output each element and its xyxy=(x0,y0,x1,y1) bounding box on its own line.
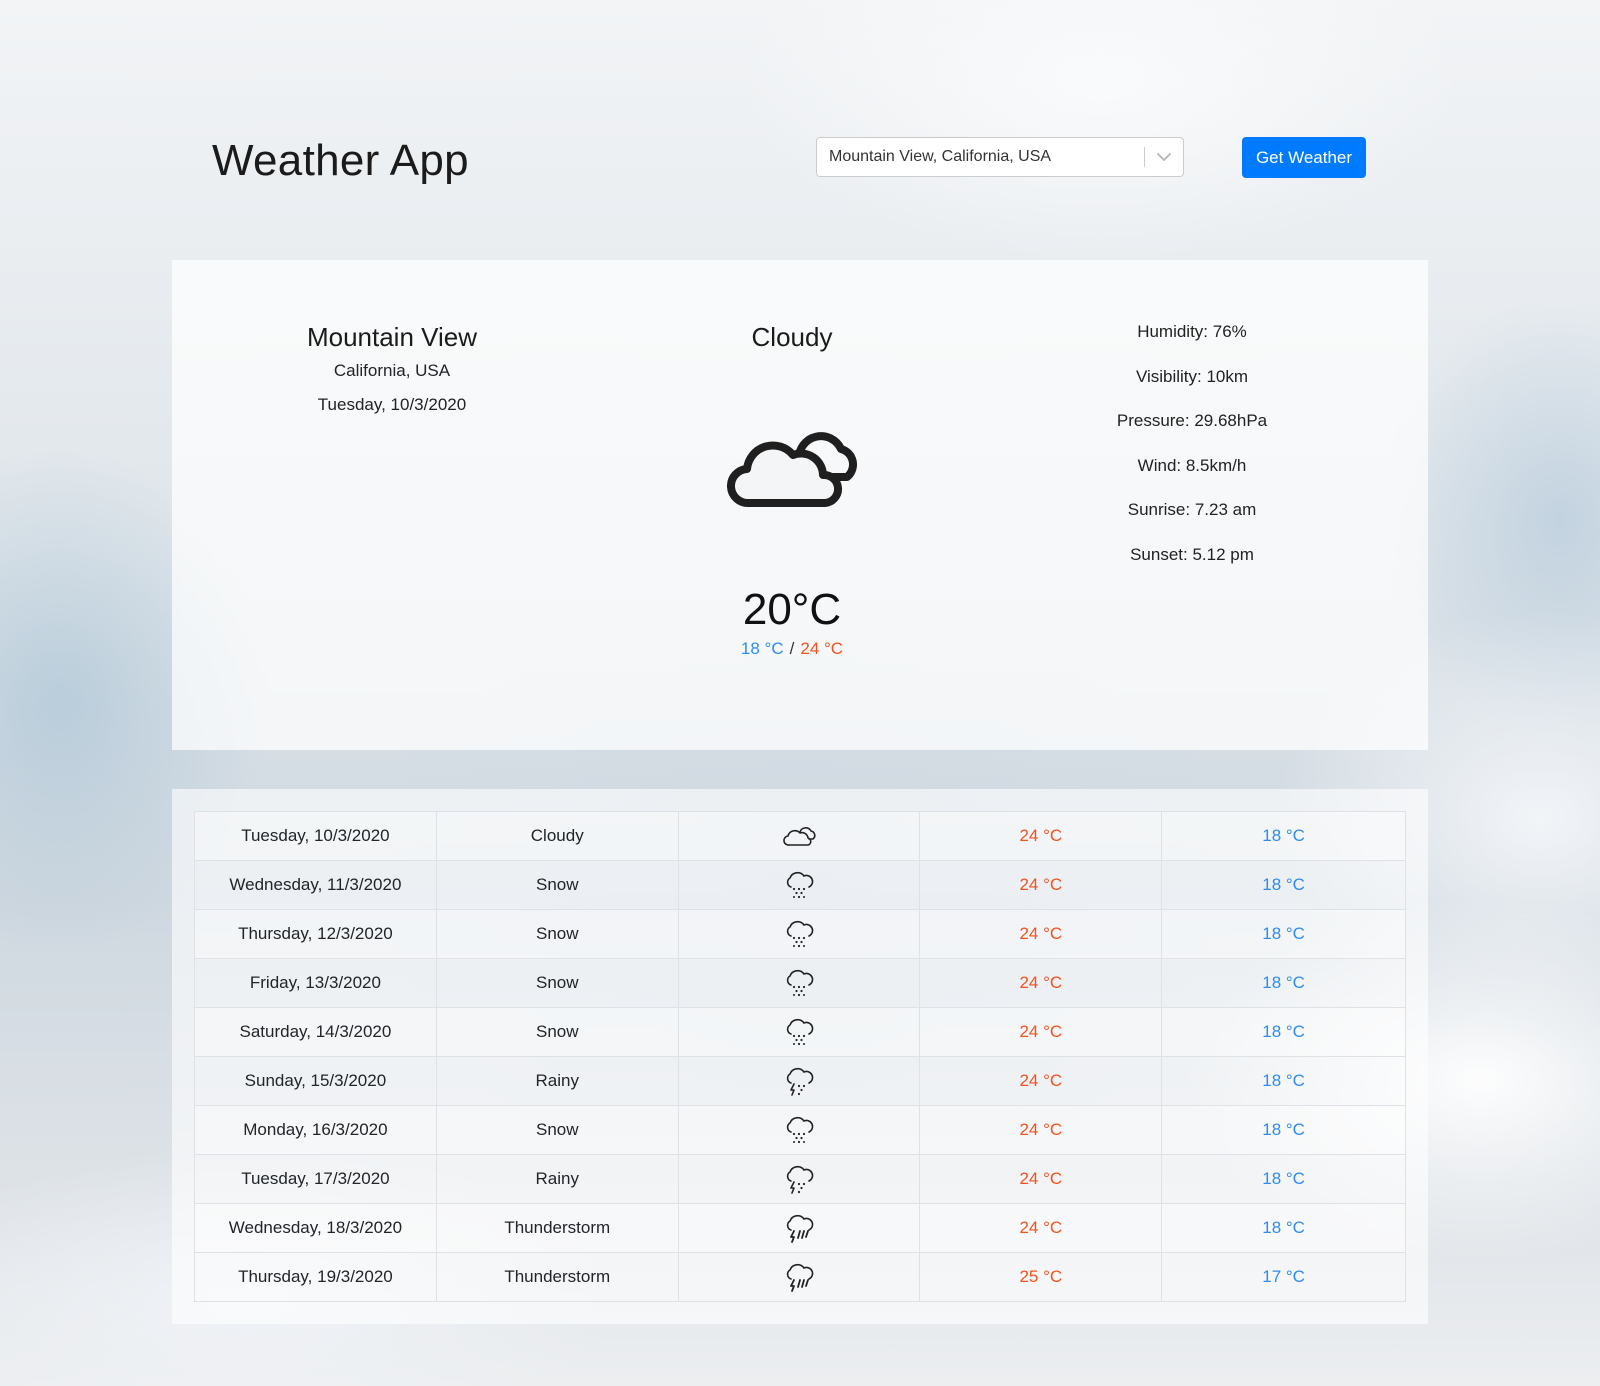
location-info: Mountain View California, USA Tuesday, 1… xyxy=(232,322,552,415)
forecast-row: Tuesday, 17/3/2020 Rainy 24 °C 18 °C xyxy=(194,1154,1406,1204)
forecast-condition: Snow xyxy=(435,1105,679,1155)
forecast-row: Thursday, 12/3/2020 Snow 24 °C 18 °C xyxy=(194,909,1406,959)
thunderstorm-icon xyxy=(677,1203,920,1253)
current-weather-card: Mountain View California, USA Tuesday, 1… xyxy=(172,260,1428,750)
sunrise: Sunrise: 7.23 am xyxy=(1127,500,1257,519)
forecast-row: Wednesday, 18/3/2020 Thunderstorm 24 °C 18 … xyxy=(194,1203,1406,1253)
forecast-max-temp: 24 °C xyxy=(919,909,1162,959)
forecast-date: Sunday, 15/3/2020 xyxy=(194,1056,437,1106)
forecast-date: Saturday, 14/3/2020 xyxy=(194,1007,437,1057)
current-temperature: 20°C xyxy=(742,585,842,634)
forecast-row: Wednesday, 11/3/2020 Snow 24 °C 18 °C xyxy=(194,860,1406,910)
location-select-value: Mountain View, California, USA xyxy=(829,148,1052,165)
thunderstorm-icon xyxy=(677,1252,920,1302)
forecast-row: Sunday, 15/3/2020 Rainy 24 °C 18 °C xyxy=(194,1056,1406,1106)
app-title: Weather App xyxy=(212,136,469,185)
min-temperature: 18 °C xyxy=(740,639,784,658)
forecast-row: Thursday, 19/3/2020 Thunderstorm 25 °C 17 °… xyxy=(194,1252,1406,1302)
forecast-min-temp: 18 °C xyxy=(1161,1056,1406,1106)
forecast-condition: Snow xyxy=(435,909,679,959)
forecast-condition: Snow xyxy=(435,958,679,1008)
cloudy-icon xyxy=(727,415,857,525)
forecast-condition: Rainy xyxy=(435,1056,679,1106)
temperature-separator: / xyxy=(789,639,795,658)
max-temperature: 24 °C xyxy=(800,639,844,658)
visibility: Visibility: 10km xyxy=(1135,366,1249,386)
snow-icon xyxy=(677,1007,920,1057)
location-select[interactable]: Mountain View, California, USA xyxy=(816,137,1184,177)
forecast-condition: Rainy xyxy=(435,1154,679,1204)
forecast-min-temp: 17 °C xyxy=(1161,1252,1406,1302)
rain-icon xyxy=(677,1056,920,1106)
forecast-min-temp: 18 °C xyxy=(1161,958,1406,1008)
location-region: California, USA xyxy=(333,361,451,380)
forecast-row: Saturday, 14/3/2020 Snow 24 °C 18 °C xyxy=(194,1007,1406,1057)
current-conditions: Cloudy 20°C 18 °C / 24 °C xyxy=(632,322,952,659)
forecast-max-temp: 24 °C xyxy=(919,958,1162,1008)
forecast-max-temp: 24 °C xyxy=(919,1056,1162,1106)
forecast-condition: Snow xyxy=(435,1007,679,1057)
weather-details: Humidity: 76% Visibility: 10km Pressure:… xyxy=(1052,322,1332,589)
forecast-condition: Snow xyxy=(435,860,679,910)
snow-icon xyxy=(677,860,920,910)
forecast-min-temp: 18 °C xyxy=(1161,860,1406,910)
min-max-temperature: 18 °C / 24 °C xyxy=(632,639,952,659)
forecast-max-temp: 24 °C xyxy=(919,1105,1162,1155)
cloudy-icon xyxy=(677,811,920,861)
forecast-table: Tuesday, 10/3/2020 Cloudy 24 °C 18 °C Wednes… xyxy=(194,811,1406,1302)
forecast-min-temp: 18 °C xyxy=(1161,1203,1406,1253)
forecast-max-temp: 25 °C xyxy=(919,1252,1162,1302)
forecast-max-temp: 24 °C xyxy=(919,1203,1162,1253)
forecast-max-temp: 24 °C xyxy=(919,1007,1162,1057)
forecast-condition: Cloudy xyxy=(435,811,679,861)
pressure: Pressure: 29.68hPa xyxy=(1116,411,1268,430)
forecast-date: Thursday, 12/3/2020 xyxy=(194,909,437,959)
forecast-min-temp: 18 °C xyxy=(1161,811,1406,861)
forecast-min-temp: 18 °C xyxy=(1161,1007,1406,1057)
rain-icon xyxy=(677,1154,920,1204)
humidity: Humidity: 76% xyxy=(1137,322,1247,341)
forecast-condition: Thunderstorm xyxy=(435,1203,679,1253)
forecast-date: Monday, 16/3/2020 xyxy=(194,1105,437,1155)
forecast-row: Monday, 16/3/2020 Snow 24 °C 18 °C xyxy=(194,1105,1406,1155)
snow-icon xyxy=(677,958,920,1008)
forecast-date: Tuesday, 17/3/2020 xyxy=(194,1154,437,1204)
forecast-max-temp: 24 °C xyxy=(919,1154,1162,1204)
wind: Wind: 8.5km/h xyxy=(1137,455,1247,475)
snow-icon xyxy=(677,1105,920,1155)
chevron-down-icon[interactable] xyxy=(1145,138,1183,176)
forecast-card: Tuesday, 10/3/2020 Cloudy 24 °C 18 °C Wednes… xyxy=(172,789,1428,1324)
current-date: Tuesday, 10/3/2020 xyxy=(317,395,467,414)
forecast-date: Tuesday, 10/3/2020 xyxy=(194,811,437,861)
forecast-max-temp: 24 °C xyxy=(919,860,1162,910)
forecast-date: Wednesday, 18/3/2020 xyxy=(194,1203,437,1253)
forecast-date: Thursday, 19/3/2020 xyxy=(194,1252,437,1302)
forecast-date: Wednesday, 11/3/2020 xyxy=(194,860,437,910)
forecast-row: Tuesday, 10/3/2020 Cloudy 24 °C 18 °C xyxy=(194,811,1406,861)
forecast-max-temp: 24 °C xyxy=(919,811,1162,861)
forecast-min-temp: 18 °C xyxy=(1161,909,1406,959)
forecast-min-temp: 18 °C xyxy=(1161,1154,1406,1204)
forecast-date: Friday, 13/3/2020 xyxy=(194,958,437,1008)
get-weather-button[interactable]: Get Weather xyxy=(1242,137,1366,178)
sunset: Sunset: 5.12 pm xyxy=(1130,544,1254,564)
current-condition: Cloudy xyxy=(751,322,833,352)
location-city: Mountain View xyxy=(306,322,478,352)
forecast-row: Friday, 13/3/2020 Snow 24 °C 18 °C xyxy=(194,958,1406,1008)
snow-icon xyxy=(677,909,920,959)
forecast-min-temp: 18 °C xyxy=(1161,1105,1406,1155)
forecast-condition: Thunderstorm xyxy=(435,1252,679,1302)
